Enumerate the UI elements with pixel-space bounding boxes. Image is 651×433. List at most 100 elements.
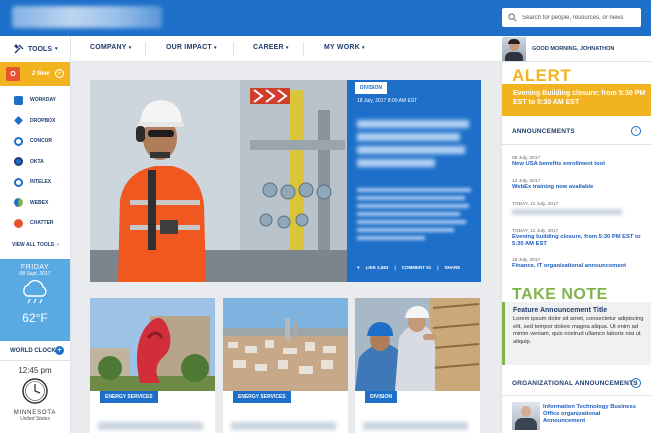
hero-division-tag[interactable]: DIVISION bbox=[355, 82, 387, 94]
right-column: ALERT Evening Building closure: from 5:3… bbox=[501, 62, 651, 433]
heart-icon[interactable]: ♥ bbox=[357, 265, 360, 270]
tool-webex[interactable]: WEBEX bbox=[0, 193, 70, 214]
hero-story-panel[interactable]: DIVISION 18 July, 2017 8:00 AM EST ♥ LIK… bbox=[347, 80, 481, 282]
card-title-blurred[interactable] bbox=[231, 422, 336, 430]
tool-concur[interactable]: CONCUR bbox=[0, 131, 70, 152]
search-input[interactable] bbox=[522, 14, 640, 21]
card-image-sculpture[interactable] bbox=[90, 298, 215, 391]
nav-company-label: COMPANY bbox=[90, 44, 127, 51]
hero-title-blurred[interactable] bbox=[357, 120, 469, 172]
tool-dropbox[interactable]: DROPBOX bbox=[0, 111, 70, 132]
tools-label: TOOLS bbox=[28, 45, 52, 53]
nav-our-impact-label: OUR IMPACT bbox=[166, 44, 212, 51]
nav-my-work[interactable]: MY WORK ▾ bbox=[324, 44, 365, 51]
announcement-title[interactable]: New USA benefits enrollment tool bbox=[512, 161, 647, 168]
card-title-blurred[interactable] bbox=[98, 422, 203, 430]
hero-summary-blurred bbox=[357, 188, 471, 244]
card-image-workers[interactable] bbox=[355, 298, 480, 391]
tool-workday[interactable]: WORKDAY bbox=[0, 90, 70, 111]
nav-divider bbox=[145, 42, 146, 56]
tool-label: WEBEX bbox=[30, 199, 49, 206]
news-card[interactable]: DIVISION bbox=[355, 298, 480, 433]
tool-label: INTELEX bbox=[30, 179, 52, 186]
view-all-tools-link[interactable]: VIEW ALL TOOLS › bbox=[0, 234, 70, 256]
main-nav: TOOLS ▾ COMPANY ▾ OUR IMPACT ▾ CAREER ▾ … bbox=[0, 36, 651, 62]
chevron-right-icon: › bbox=[57, 241, 59, 248]
mail-new-count: 2 New bbox=[32, 71, 50, 77]
tool-label: CHATTER bbox=[30, 220, 54, 227]
tool-chatter[interactable]: CHATTER bbox=[0, 213, 70, 234]
alert-banner[interactable]: Evening Building closure: from 5:30 PM E… bbox=[502, 84, 651, 116]
top-bar bbox=[0, 0, 651, 36]
search-icon bbox=[508, 13, 517, 22]
org-announcement-item[interactable]: Information Technology Business Office o… bbox=[512, 402, 643, 430]
org-announcements-heading: ORGANIZATIONAL ANNOUNCEMENTS bbox=[512, 380, 638, 387]
tool-okta[interactable]: OKTA bbox=[0, 152, 70, 173]
org-announcement-title[interactable]: Information Technology Business Office o… bbox=[543, 404, 643, 430]
company-logo[interactable] bbox=[12, 6, 162, 28]
nav-company[interactable]: COMPANY ▾ bbox=[90, 44, 131, 51]
chevron-right-icon[interactable]: › bbox=[631, 126, 641, 136]
tools-sidebar: O 2 New + WORKDAY DROPBOX CONCUR OKTA IN… bbox=[0, 62, 71, 433]
hero-feature[interactable]: DIVISION 18 July, 2017 8:00 AM EST ♥ LIK… bbox=[90, 80, 481, 282]
action-divider: | bbox=[437, 265, 439, 270]
org-announcement-photo bbox=[512, 402, 540, 430]
hero-image[interactable] bbox=[90, 80, 347, 282]
mail-widget[interactable]: O 2 New + bbox=[0, 62, 70, 86]
weather-day: FRIDAY bbox=[20, 264, 50, 271]
comment-button[interactable]: COMMENT 51 bbox=[402, 265, 432, 270]
cloud-rain-icon bbox=[23, 279, 47, 304]
announcement-item[interactable]: 08 July, 2017 New USA benefits enrollmen… bbox=[512, 156, 647, 168]
weather-date: 08 Sept, 2017 bbox=[19, 271, 51, 277]
chatter-icon bbox=[14, 218, 23, 228]
card-tag[interactable]: ENERGY SERVICES bbox=[233, 391, 291, 403]
clock-time: 12:45 pm bbox=[18, 366, 52, 375]
feature-body: Lorem ipsum dolor sit amet, consectetur … bbox=[513, 316, 644, 345]
nav-our-impact[interactable]: OUR IMPACT ▾ bbox=[166, 44, 217, 51]
announcement-item[interactable]: TODAY, 12 July, 2017 Evening building cl… bbox=[512, 229, 647, 248]
tool-label: OKTA bbox=[30, 158, 44, 165]
alert-heading: ALERT bbox=[512, 66, 572, 85]
add-clock-icon[interactable]: + bbox=[55, 346, 64, 355]
card-tag[interactable]: DIVISION bbox=[365, 391, 397, 403]
user-greeting[interactable]: GOOD MORNING, JOHNATHON bbox=[502, 36, 614, 62]
chevron-down-icon: ▾ bbox=[285, 45, 289, 51]
greeting-text: GOOD MORNING, JOHNATHON bbox=[532, 46, 615, 52]
news-card[interactable]: ENERGY SERVICES bbox=[223, 298, 348, 433]
announcement-title[interactable]: Finance, IT organizational announcement bbox=[512, 263, 647, 270]
share-button[interactable]: SHARE bbox=[444, 265, 460, 270]
tool-label: WORKDAY bbox=[30, 97, 56, 104]
announcement-item[interactable]: TODAY, 12 July, 2017 bbox=[512, 202, 647, 215]
tool-intelex[interactable]: INTELEX bbox=[0, 172, 70, 193]
tools-icon bbox=[14, 44, 24, 54]
nav-divider bbox=[233, 42, 234, 56]
hero-photo-worker bbox=[90, 80, 347, 282]
divider bbox=[502, 144, 651, 145]
card-image-city[interactable] bbox=[223, 298, 348, 391]
announcement-item[interactable]: 18 July, 2017 Finance, IT organizational… bbox=[512, 258, 647, 270]
card-tag[interactable]: ENERGY SERVICES bbox=[100, 391, 158, 403]
announcement-item[interactable]: 12 July, 2017 WebEx training now availab… bbox=[512, 179, 647, 191]
tools-menu-button[interactable]: TOOLS ▾ bbox=[0, 36, 71, 62]
announcement-title[interactable]: WebEx training now available bbox=[512, 184, 647, 191]
avatar[interactable] bbox=[502, 37, 526, 61]
chevron-right-icon[interactable]: › bbox=[631, 378, 641, 388]
card-title-blurred[interactable] bbox=[363, 422, 468, 430]
tool-label: CONCUR bbox=[30, 138, 52, 145]
plus-icon[interactable]: + bbox=[55, 69, 64, 78]
nav-career[interactable]: CAREER ▾ bbox=[253, 44, 289, 51]
announcement-title-blurred[interactable] bbox=[512, 209, 622, 215]
like-button[interactable]: LIKE 2,583 bbox=[366, 265, 389, 270]
world-clock-label: WORLD CLOCK bbox=[10, 347, 56, 354]
weather-widget: FRIDAY 08 Sept, 2017 62°F bbox=[0, 259, 70, 341]
nav-career-label: CAREER bbox=[253, 44, 284, 51]
announcement-title[interactable]: Evening building closure, from 5:30 PM E… bbox=[512, 234, 647, 248]
tool-label: DROPBOX bbox=[30, 117, 56, 124]
take-note-feature[interactable]: Feature Announcement Title Lorem ipsum d… bbox=[502, 302, 651, 365]
hero-date: 18 July, 2017 8:00 AM EST bbox=[357, 98, 418, 104]
announcements-heading: ANNOUNCEMENTS bbox=[512, 128, 575, 135]
news-card[interactable]: ENERGY SERVICES bbox=[90, 298, 215, 433]
search-box[interactable] bbox=[502, 8, 641, 27]
feature-title[interactable]: Feature Announcement Title bbox=[513, 307, 651, 314]
action-divider: | bbox=[394, 265, 396, 270]
